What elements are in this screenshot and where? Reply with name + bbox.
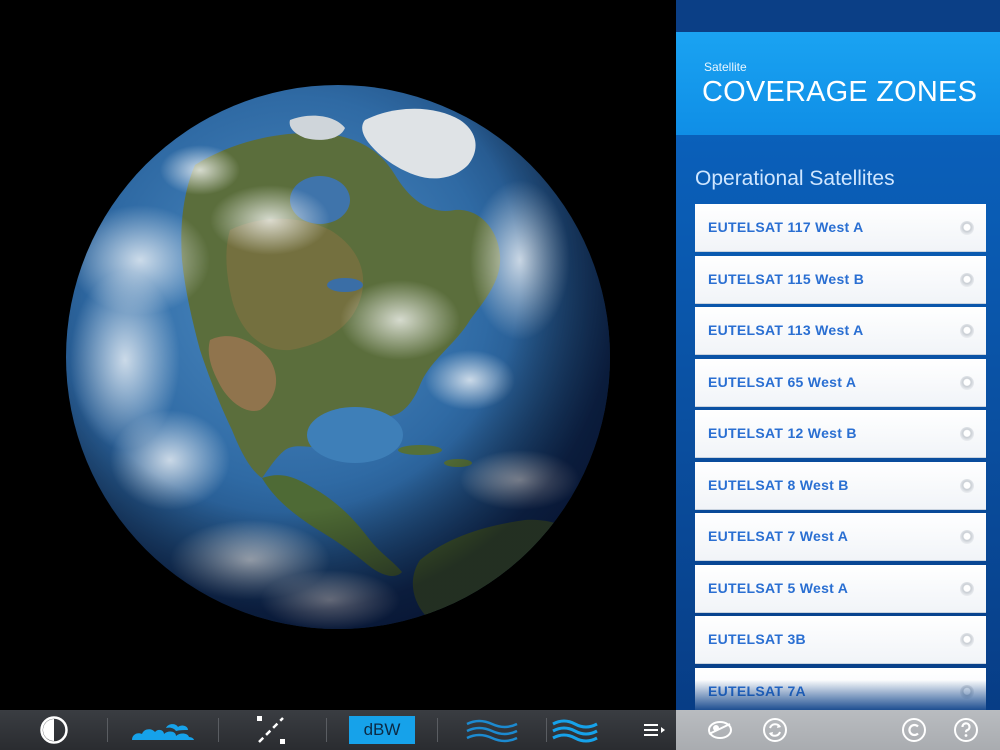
refresh-button[interactable] [760, 710, 790, 750]
satellite-label: EUTELSAT 117 West A [708, 219, 864, 235]
satellite-label: EUTELSAT 65 West A [708, 373, 857, 390]
page-title: COVERAGE ZONES [702, 76, 978, 108]
satellite-list: EUTELSAT 117 West A EUTELSAT 115 West B … [695, 204, 986, 710]
satellite-label: EUTELSAT 7A [708, 682, 806, 699]
satellite-item-eutelsat-65-west-a[interactable]: EUTELSAT 65 West A [695, 358, 986, 407]
radio-button-icon[interactable] [960, 427, 974, 441]
help-icon [954, 718, 978, 742]
satellite-item-eutelsat-117-west-a[interactable]: EUTELSAT 117 West A [695, 204, 986, 252]
satellite-item-eutelsat-5-west-a[interactable]: EUTELSAT 5 West A [695, 564, 986, 613]
bottom-toolbar [0, 710, 676, 750]
satellite-item-eutelsat-7-west-a[interactable]: EUTELSAT 7 West A [695, 513, 986, 561]
menu-button[interactable] [640, 710, 668, 750]
contrast-icon [40, 716, 68, 744]
refresh-icon [763, 718, 787, 742]
globe-shading [66, 85, 610, 629]
satellite-label: EUTELSAT 113 West A [708, 322, 864, 338]
clouds-toggle-button[interactable] [126, 710, 198, 750]
satellite-button[interactable] [704, 710, 736, 750]
dbw-button[interactable]: dBW [349, 716, 415, 744]
radio-button-icon[interactable] [960, 272, 974, 287]
earth-globe[interactable] [0, 0, 676, 710]
radio-button-icon[interactable] [960, 684, 974, 699]
satellite-label: EUTELSAT 7 West A [708, 528, 849, 544]
radio-button-icon[interactable] [960, 324, 974, 338]
toolbar-divider [326, 718, 327, 742]
waves-active-button[interactable] [548, 710, 602, 750]
toolbar-divider [437, 718, 438, 742]
satellite-item-eutelsat-113-west-a[interactable]: EUTELSAT 113 West A [695, 307, 986, 355]
contrast-button[interactable] [36, 710, 72, 750]
radio-button-icon[interactable] [960, 530, 974, 544]
radio-button-icon[interactable] [960, 478, 974, 493]
copyright-icon [902, 718, 926, 742]
satellite-label: EUTELSAT 3B [708, 631, 806, 647]
toolbar-divider [107, 718, 108, 742]
panel-header: Satellite COVERAGE ZONES [676, 32, 1000, 135]
satellite-item-eutelsat-7a[interactable]: EUTELSAT 7A [695, 667, 986, 710]
clouds-icon [132, 724, 194, 740]
toolbar-divider [218, 718, 219, 742]
panel-toolbar [676, 710, 1000, 750]
satellite-label: EUTELSAT 5 West A [708, 579, 849, 596]
side-panel: Satellite COVERAGE ZONES Operational Sat… [676, 0, 1000, 710]
diagonal-line-icon [257, 716, 285, 744]
header-kicker: Satellite [704, 60, 747, 74]
help-button[interactable] [952, 710, 980, 750]
satellite-item-eutelsat-8-west-b[interactable]: EUTELSAT 8 West B [695, 461, 986, 510]
globe-viewport[interactable] [0, 0, 676, 710]
radio-button-icon[interactable] [960, 633, 974, 647]
toolbar-divider [546, 718, 547, 742]
satellite-label: EUTELSAT 12 West B [708, 425, 857, 441]
panel-top-strip [676, 0, 1000, 32]
satellite-icon [708, 721, 732, 739]
waves-icon [466, 719, 518, 743]
radio-button-icon[interactable] [960, 581, 974, 596]
menu-icon [644, 724, 665, 736]
satellite-label: EUTELSAT 8 West B [708, 476, 849, 493]
radio-button-icon[interactable] [960, 375, 974, 390]
satellite-item-eutelsat-12-west-b[interactable]: EUTELSAT 12 West B [695, 410, 986, 458]
section-title: Operational Satellites [695, 167, 895, 190]
satellite-label: EUTELSAT 115 West B [708, 270, 865, 287]
satellite-item-eutelsat-115-west-b[interactable]: EUTELSAT 115 West B [695, 255, 986, 304]
radio-button-icon[interactable] [960, 221, 974, 235]
footprint-lines-button[interactable] [253, 710, 289, 750]
satellite-item-eutelsat-3b[interactable]: EUTELSAT 3B [695, 616, 986, 664]
waves-button[interactable] [462, 710, 522, 750]
copyright-button[interactable] [900, 710, 928, 750]
waves-active-icon [552, 719, 598, 743]
